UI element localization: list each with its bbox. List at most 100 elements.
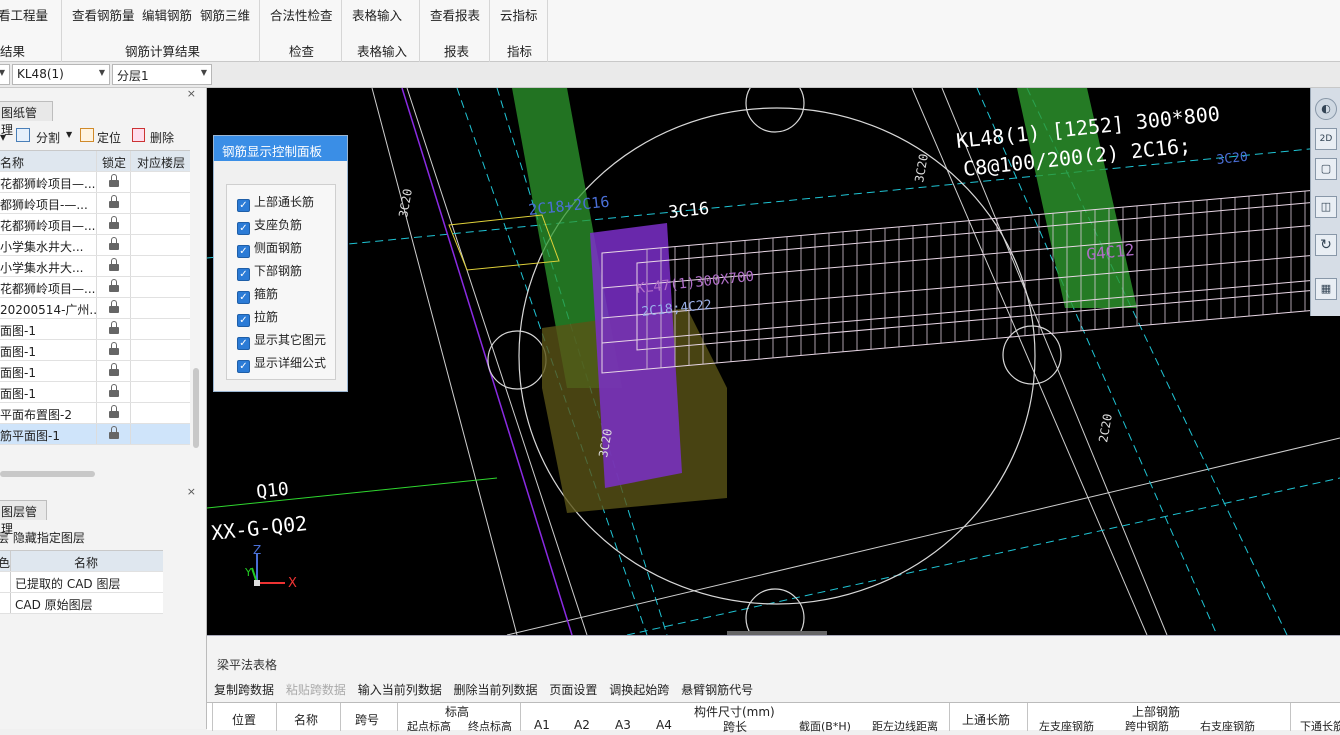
view-quantity-button[interactable]: 看工程量 xyxy=(0,5,48,24)
table-row[interactable]: 面图-1 xyxy=(0,361,190,382)
input-column-button[interactable]: 输入当前列数据 xyxy=(358,683,442,697)
rotate-icon[interactable]: ↻ xyxy=(1315,234,1337,256)
component-select-value: KL48(1) xyxy=(17,67,64,81)
ribbon-group-label: 结果 xyxy=(0,44,26,59)
hide-layer-button[interactable]: 层 隐藏指定图层 xyxy=(0,529,85,546)
paste-span-button[interactable]: 粘贴跨数据 xyxy=(286,683,346,697)
rebar-option-checkbox[interactable]: ✓ 下部钢筋 xyxy=(237,262,302,281)
lock-cell[interactable] xyxy=(96,172,131,192)
lock-cell[interactable] xyxy=(96,319,131,339)
table-row[interactable]: 小学集水井大... xyxy=(0,235,190,256)
cantilever-code-button[interactable]: 悬臂钢筋代号 xyxy=(681,683,753,697)
edit-rebar-button[interactable]: 编辑钢筋 xyxy=(142,5,192,24)
lock-cell[interactable] xyxy=(96,277,131,297)
table-row[interactable]: 小学集水井大... xyxy=(0,256,190,277)
rebar-display-panel: 钢筋显示控制面板 ✓ 上部通长筋 ✓ 支座负筋 ✓ 侧面钢筋 ✓ 下部钢筋 ✓ 箍筋 ✓ 拉筋 ✓ 显示其… xyxy=(213,135,348,392)
view-report-button[interactable]: 查看报表 xyxy=(430,5,480,24)
view-2d-button[interactable]: 2D xyxy=(1315,128,1337,150)
ribbon-group-label: 表格输入 xyxy=(357,44,408,59)
table-toolbar: 复制跨数据 粘贴跨数据 输入当前列数据 删除当前列数据 页面设置 调换起始跨 悬… xyxy=(214,681,761,698)
view-rebar-quantity-button[interactable]: 查看钢筋量 xyxy=(72,5,135,24)
drawing-canvas[interactable]: KL48(1) [1252] 300*800 C8@100/200(2) 2C1… xyxy=(207,88,1340,635)
table-row[interactable]: 花都狮岭项目—... xyxy=(0,172,190,193)
ribbon-group-rebar-results: 查看钢筋量 编辑钢筋 钢筋三维 钢筋计算结果 xyxy=(62,0,260,62)
table-row[interactable]: 面图-1 xyxy=(0,340,190,361)
rebar-option-checkbox[interactable]: ✓ 支座负筋 xyxy=(237,216,302,235)
rebar-option-checkbox[interactable]: ✓ 显示其它图元 xyxy=(237,331,326,350)
lock-cell[interactable] xyxy=(96,256,131,276)
lock-icon xyxy=(109,342,119,355)
column-header-floor: 对应楼层 xyxy=(137,156,186,170)
lock-cell[interactable] xyxy=(96,235,131,255)
lock-cell[interactable] xyxy=(96,340,131,360)
table-row[interactable]: 花都狮岭项目—... xyxy=(0,214,190,235)
legality-check-button[interactable]: 合法性检查 xyxy=(270,5,333,24)
rebar-3d-button[interactable]: 钢筋三维 xyxy=(200,5,250,24)
chevron-down-icon[interactable]: ▾ xyxy=(0,130,6,144)
lock-cell[interactable] xyxy=(96,193,131,213)
lock-icon xyxy=(109,279,119,292)
axis-lines xyxy=(371,88,1340,635)
list-item[interactable]: CAD 原始图层 xyxy=(0,593,163,614)
rebar-option-label: 显示详细公式 xyxy=(254,356,327,370)
drawing-name: 花都狮岭项目—... xyxy=(0,282,96,296)
lock-cell[interactable] xyxy=(96,424,131,444)
rebar-option-checkbox[interactable]: ✓ 上部通长筋 xyxy=(237,193,314,212)
rebar-option-checkbox[interactable]: ✓ 侧面钢筋 xyxy=(237,239,302,258)
close-icon[interactable]: × xyxy=(187,485,196,498)
table-row[interactable]: 面图-1 xyxy=(0,382,190,403)
page-setup-button[interactable]: 页面设置 xyxy=(549,683,597,697)
ribbon-group-check: 合法性检查 检查 xyxy=(260,0,342,62)
split-button[interactable]: 分割 xyxy=(36,129,60,146)
table-row[interactable]: 平面布置图-2 xyxy=(0,403,190,424)
label-q10: Q10 xyxy=(255,479,290,503)
layer-select[interactable]: 分层1 ▼ xyxy=(112,64,212,85)
table-row[interactable]: 面图-1 xyxy=(0,319,190,340)
grid-icon[interactable]: ▦ xyxy=(1315,278,1337,300)
list-item[interactable]: 已提取的 CAD 图层 xyxy=(0,572,163,593)
lock-cell[interactable] xyxy=(96,214,131,234)
table-row[interactable]: 花都狮岭项目—... xyxy=(0,277,190,298)
cloud-index-button[interactable]: 云指标 xyxy=(500,5,538,24)
lock-cell[interactable] xyxy=(96,403,131,423)
close-icon[interactable]: × xyxy=(187,87,196,100)
column-header-name: 名称 xyxy=(74,556,99,570)
delete-column-button[interactable]: 删除当前列数据 xyxy=(454,683,538,697)
delete-button[interactable]: 删除 xyxy=(150,129,174,146)
drawing-name: 小学集水井大... xyxy=(0,261,84,275)
scrollbar-horizontal[interactable] xyxy=(0,471,95,477)
rebar-option-checkbox[interactable]: ✓ 箍筋 xyxy=(237,285,278,304)
table-input-button[interactable]: 表格输入 xyxy=(352,5,402,24)
component-select[interactable]: KL48(1) ▼ xyxy=(12,64,110,85)
lock-cell[interactable] xyxy=(96,382,131,402)
scrollbar-vertical[interactable] xyxy=(193,368,199,448)
tab-layer-management[interactable]: 图层管理 xyxy=(0,500,47,536)
table-row[interactable]: 20200514-广州... xyxy=(0,298,190,319)
copy-span-button[interactable]: 复制跨数据 xyxy=(214,683,274,697)
locate-button[interactable]: 定位 xyxy=(97,129,121,146)
cube-icon[interactable]: ◫ xyxy=(1315,196,1337,218)
swap-start-span-button[interactable]: 调换起始跨 xyxy=(609,683,669,697)
rebar-option-checkbox[interactable]: ✓ 拉筋 xyxy=(237,308,278,327)
chevron-down-icon[interactable]: ▼ xyxy=(66,130,72,139)
lock-icon xyxy=(109,300,119,313)
table-row[interactable]: 都狮岭项目-—... xyxy=(0,193,190,214)
lock-icon xyxy=(109,216,119,229)
lock-cell[interactable] xyxy=(96,298,131,318)
beam-table-panel: 梁平法表格 复制跨数据 粘贴跨数据 输入当前列数据 删除当前列数据 页面设置 调… xyxy=(207,635,1340,734)
layer-grid: 色 名称 已提取的 CAD 图层 CAD 原始图层 xyxy=(0,550,163,614)
sphere-icon[interactable]: ◐ xyxy=(1315,98,1337,120)
type-select[interactable]: ▼ xyxy=(0,64,10,85)
table-row[interactable]: 筋平面图-1 xyxy=(0,424,190,445)
rebar-option-label: 侧面钢筋 xyxy=(254,241,303,255)
tab-drawing-management[interactable]: 图纸管理 xyxy=(0,101,53,137)
chevron-down-icon: ▼ xyxy=(0,68,5,77)
column-header-lock: 锁定 xyxy=(96,151,131,171)
drawing-toolbar: ▾ 分割 ▼ 定位 删除 xyxy=(0,128,200,148)
drawing-name: 小学集水井大... xyxy=(0,240,84,254)
rebar-option-checkbox[interactable]: ✓ 显示详细公式 xyxy=(237,354,326,373)
box-icon[interactable]: ▢ xyxy=(1315,158,1337,180)
table-header: 位置 名称 跨号 标高 起点标高 终点标高 构件尺寸(mm) A1 A2 A3 … xyxy=(207,702,1340,734)
lock-cell[interactable] xyxy=(96,361,131,381)
column-header-name: 名称 xyxy=(0,156,25,170)
